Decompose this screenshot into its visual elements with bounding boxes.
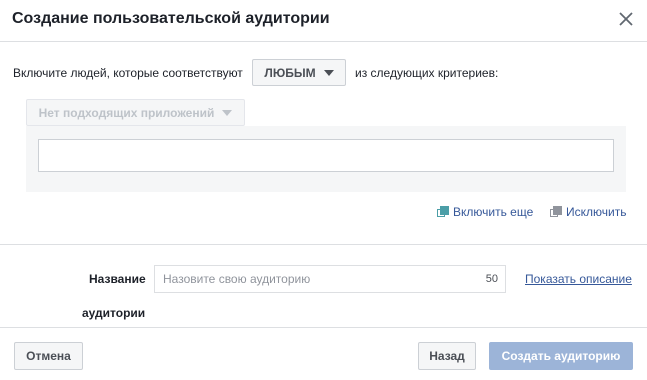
criteria-input[interactable] xyxy=(38,139,614,172)
caret-down-icon xyxy=(323,69,334,76)
include-more-label: Включить еще xyxy=(453,205,534,219)
apps-dropdown-label: Нет подходящих приложений xyxy=(38,105,215,120)
char-counter: 50 xyxy=(485,273,498,285)
match-type-label: ЛЮБЫМ xyxy=(264,65,316,80)
close-icon[interactable] xyxy=(617,10,635,28)
create-audience-button[interactable]: Создать аудиторию xyxy=(489,342,633,370)
apps-dropdown: Нет подходящих приложений xyxy=(26,99,245,126)
audience-name-label-line2: аудитории xyxy=(82,306,146,320)
cancel-button[interactable]: Отмена xyxy=(14,342,83,370)
dialog-footer: Отмена Назад Создать аудиторию xyxy=(0,327,647,380)
audience-name-label: Название xyxy=(89,272,146,286)
audience-name-field: 50 xyxy=(154,265,506,293)
dialog-header: Создание пользовательской аудитории xyxy=(0,0,647,42)
exclude-icon xyxy=(550,206,562,218)
include-more-link[interactable]: Включить еще xyxy=(437,205,533,219)
match-type-dropdown[interactable]: ЛЮБЫМ xyxy=(252,59,346,86)
rule-suffix-text: из следующих критериев: xyxy=(355,66,499,80)
show-description-link[interactable]: Показать описание xyxy=(525,272,632,286)
exclude-link[interactable]: Исключить xyxy=(550,205,626,219)
rule-prefix-text: Включите людей, которые соответствуют xyxy=(13,66,243,80)
dialog-title: Создание пользовательской аудитории xyxy=(12,10,330,27)
section-divider xyxy=(0,244,647,245)
include-icon xyxy=(437,206,449,218)
exclude-label: Исключить xyxy=(566,205,627,219)
audience-name-input[interactable] xyxy=(155,266,475,292)
caret-down-icon xyxy=(222,109,233,116)
back-button[interactable]: Назад xyxy=(418,342,476,370)
